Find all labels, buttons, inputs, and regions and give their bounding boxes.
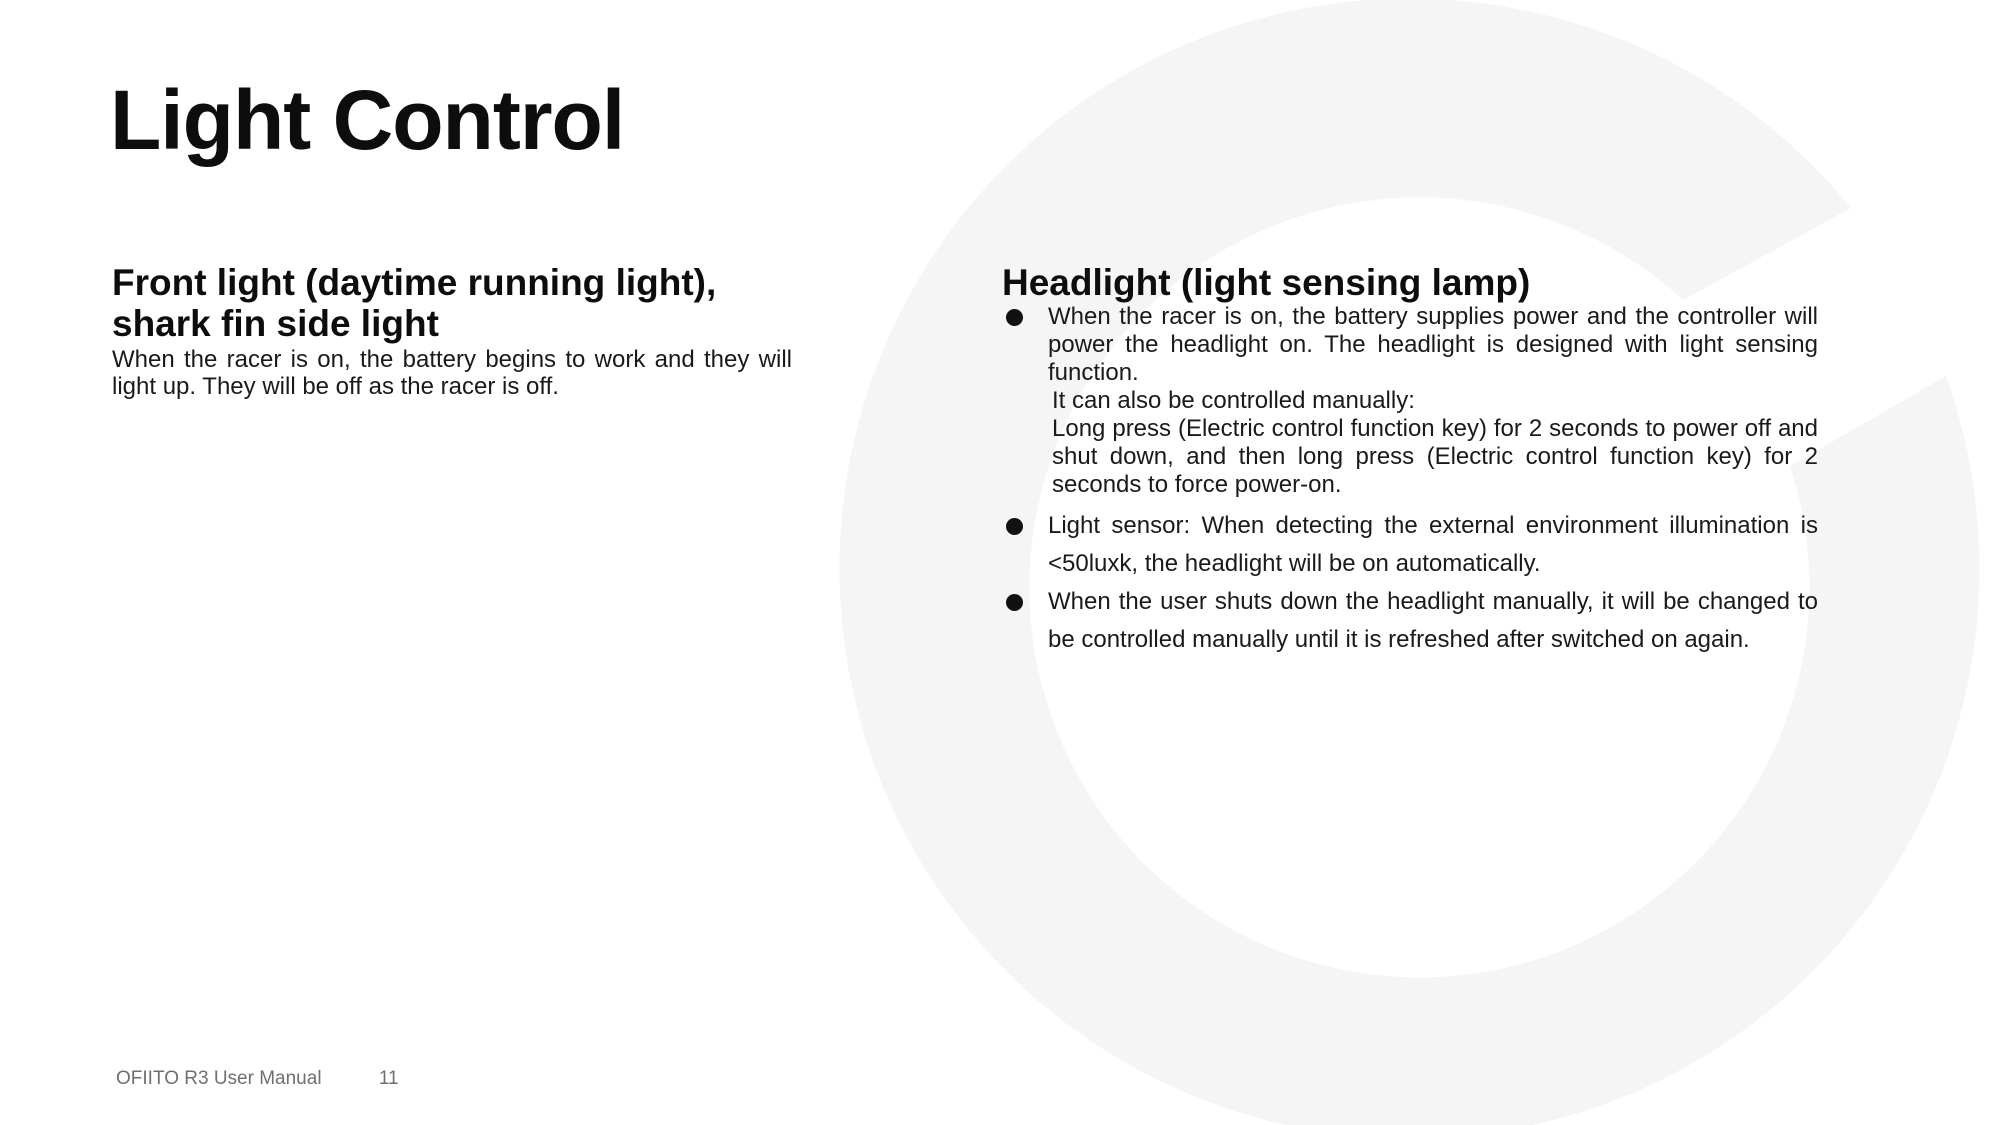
bullet-icon [1006, 594, 1023, 611]
bullet-text: When the racer is on, the battery suppli… [1048, 303, 1818, 386]
bullet-icon [1006, 309, 1023, 326]
front-light-heading-line2: shark fin side light [112, 303, 439, 344]
bullet-text: When the user shuts down the headlight m… [1048, 588, 1818, 653]
headlight-section: Headlight (light sensing lamp) When the … [1002, 262, 1818, 659]
bullet-text: Light sensor: When detecting the externa… [1048, 512, 1818, 577]
page-footer: OFIITO R3 User Manual 11 [116, 1068, 399, 1090]
footer-page-number: 11 [378, 1068, 399, 1089]
bullet-text-manual-control: It can also be controlled manually: [1052, 387, 1415, 414]
headlight-bullet-list: When the racer is on, the battery suppli… [1002, 303, 1818, 659]
page-title: Light Control [110, 73, 625, 167]
front-light-section: Front light (daytime running light), sha… [112, 262, 792, 400]
front-light-description: When the racer is on, the battery begins… [112, 346, 792, 400]
front-light-heading: Front light (daytime running light), sha… [112, 262, 792, 344]
bullet-text-long-press: Long press (Electric control function ke… [1052, 415, 1818, 498]
list-item: Light sensor: When detecting the externa… [1002, 507, 1818, 583]
list-item: When the user shuts down the headlight m… [1002, 583, 1818, 659]
headlight-heading: Headlight (light sensing lamp) [1002, 262, 1531, 303]
list-item: When the racer is on, the battery suppli… [1002, 303, 1818, 499]
footer-document-name: OFIITO R3 User Manual [116, 1068, 322, 1089]
bullet-icon [1006, 518, 1023, 535]
front-light-heading-line1: Front light (daytime running light), [112, 262, 717, 303]
